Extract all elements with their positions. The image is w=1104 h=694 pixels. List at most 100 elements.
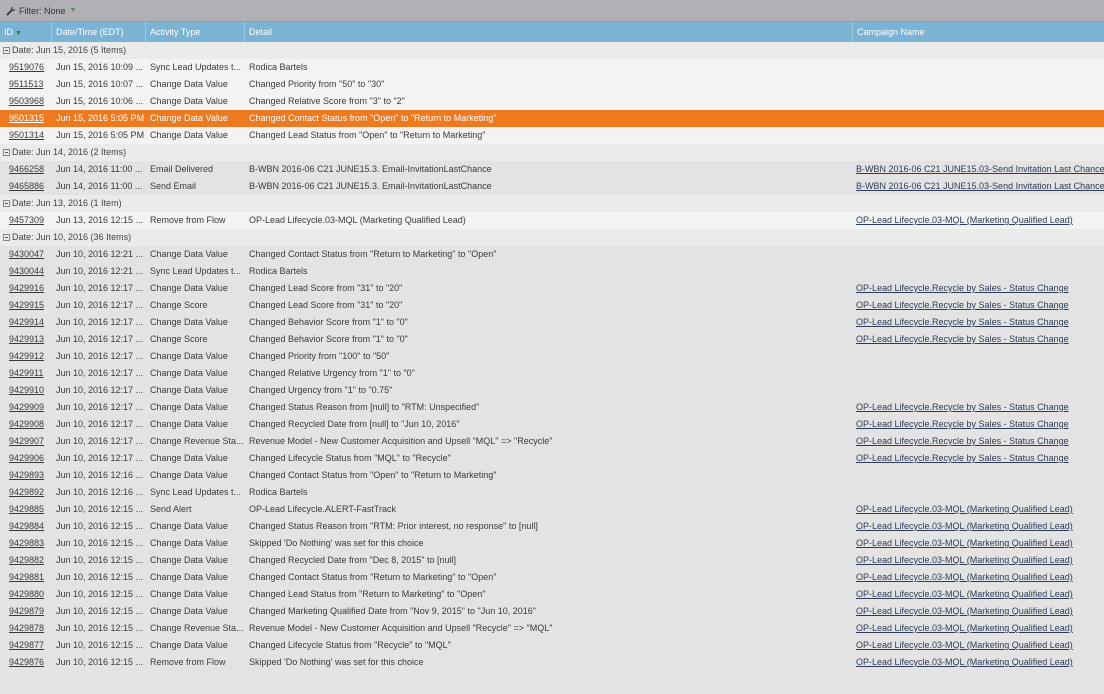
activity-id-link[interactable]: 9503968 xyxy=(9,96,44,106)
campaign-link[interactable]: OP-Lead Lifecycle.Recycle by Sales - Sta… xyxy=(856,453,1069,463)
table-row[interactable]: 9430047 Jun 10, 2016 12:21 ... Change Data… xyxy=(0,246,1104,263)
group-header[interactable]: Date: Jun 10, 2016 (36 Items) xyxy=(0,229,1104,246)
activity-id-link[interactable]: 9429892 xyxy=(9,487,44,497)
activity-id-link[interactable]: 9465886 xyxy=(9,181,44,191)
campaign-link[interactable]: OP-Lead Lifecycle.Recycle by Sales - Sta… xyxy=(856,402,1069,412)
collapse-icon[interactable] xyxy=(3,234,10,241)
activity-id-link[interactable]: 9429893 xyxy=(9,470,44,480)
campaign-link[interactable]: OP-Lead Lifecycle.03-MQL (Marketing Qual… xyxy=(856,589,1073,599)
table-row[interactable]: 9429882 Jun 10, 2016 12:15 ... Change Data… xyxy=(0,552,1104,569)
column-header-detail[interactable]: Detail xyxy=(245,22,853,42)
table-row[interactable]: 9511513 Jun 15, 2016 10:07 ... Change Data… xyxy=(0,76,1104,93)
campaign-link[interactable]: OP-Lead Lifecycle.03-MQL (Marketing Qual… xyxy=(856,521,1073,531)
column-header-campaign-name[interactable]: Campaign Name xyxy=(853,22,1104,42)
activity-id-link[interactable]: 9429907 xyxy=(9,436,44,446)
campaign-link[interactable]: OP-Lead Lifecycle.03-MQL (Marketing Qual… xyxy=(856,572,1073,582)
activity-id-link[interactable]: 9430047 xyxy=(9,249,44,259)
activity-id-link[interactable]: 9429877 xyxy=(9,640,44,650)
activity-id-link[interactable]: 9501314 xyxy=(9,130,44,140)
table-row[interactable]: 9429912 Jun 10, 2016 12:17 ... Change Data… xyxy=(0,348,1104,365)
activity-id-link[interactable]: 9429909 xyxy=(9,402,44,412)
activity-id-link[interactable]: 9429882 xyxy=(9,555,44,565)
table-row[interactable]: 9429893 Jun 10, 2016 12:16 ... Change Data… xyxy=(0,467,1104,484)
campaign-link[interactable]: OP-Lead Lifecycle.Recycle by Sales - Sta… xyxy=(856,283,1069,293)
table-row[interactable]: 9429916 Jun 10, 2016 12:17 ... Change Data… xyxy=(0,280,1104,297)
column-header-datetime[interactable]: Date/Time (EDT) xyxy=(52,22,146,42)
table-row[interactable]: 9519076 Jun 15, 2016 10:09 ... Sync Lead U… xyxy=(0,59,1104,76)
activity-id-link[interactable]: 9501315 xyxy=(9,113,44,123)
activity-id-link[interactable]: 9429913 xyxy=(9,334,44,344)
table-row[interactable]: 9465886 Jun 14, 2016 11:00 ... Send Email B… xyxy=(0,178,1104,195)
activity-id-link[interactable]: 9511513 xyxy=(9,79,43,89)
activity-id-link[interactable]: 9429910 xyxy=(9,385,44,395)
table-row[interactable]: 9429876 Jun 10, 2016 12:15 ... Remove from… xyxy=(0,654,1104,671)
activity-id-link[interactable]: 9429906 xyxy=(9,453,44,463)
activity-id-link[interactable]: 9429879 xyxy=(9,606,44,616)
table-row[interactable]: 9429913 Jun 10, 2016 12:17 ... Change Scor… xyxy=(0,331,1104,348)
table-row[interactable]: 9466258 Jun 14, 2016 11:00 ... Email Deliv… xyxy=(0,161,1104,178)
campaign-link[interactable]: OP-Lead Lifecycle.03-MQL (Marketing Qual… xyxy=(856,623,1073,633)
campaign-link[interactable]: B-WBN 2016-06 C21 JUNE15.03-Send Invitat… xyxy=(856,164,1104,174)
table-row[interactable]: 9429906 Jun 10, 2016 12:17 ... Change Data… xyxy=(0,450,1104,467)
activity-id-link[interactable]: 9429876 xyxy=(9,657,44,667)
group-header[interactable]: Date: Jun 15, 2016 (5 Items) xyxy=(0,42,1104,59)
table-row[interactable]: 9429884 Jun 10, 2016 12:15 ... Change Data… xyxy=(0,518,1104,535)
activity-id-link[interactable]: 9429881 xyxy=(9,572,44,582)
table-row[interactable]: 9429885 Jun 10, 2016 12:15 ... Send Alert O… xyxy=(0,501,1104,518)
table-row[interactable]: 9429879 Jun 10, 2016 12:15 ... Change Data… xyxy=(0,603,1104,620)
activity-id-link[interactable]: 9466258 xyxy=(9,164,44,174)
campaign-link[interactable]: OP-Lead Lifecycle.03-MQL (Marketing Qual… xyxy=(856,657,1073,667)
table-row[interactable]: 9429907 Jun 10, 2016 12:17 ... Change Reve… xyxy=(0,433,1104,450)
table-row[interactable]: 9503968 Jun 15, 2016 10:06 ... Change Data… xyxy=(0,93,1104,110)
campaign-link[interactable]: B-WBN 2016-06 C21 JUNE15.03-Send Invitat… xyxy=(856,181,1104,191)
campaign-link[interactable]: OP-Lead Lifecycle.Recycle by Sales - Sta… xyxy=(856,334,1069,344)
table-row[interactable]: 9457309 Jun 13, 2016 12:15 ... Remove from… xyxy=(0,212,1104,229)
table-row[interactable]: 9429910 Jun 10, 2016 12:17 ... Change Data… xyxy=(0,382,1104,399)
filter-bar[interactable]: Filter: None ▼ xyxy=(0,0,1104,22)
column-header-activity-type[interactable]: Activity Type xyxy=(146,22,245,42)
campaign-link[interactable]: OP-Lead Lifecycle.03-MQL (Marketing Qual… xyxy=(856,504,1073,514)
table-row-selected[interactable]: 9501315 Jun 15, 2016 5:05 PM Change Data V… xyxy=(0,110,1104,127)
collapse-icon[interactable] xyxy=(3,200,10,207)
activity-id-link[interactable]: 9429914 xyxy=(9,317,44,327)
activity-id-link[interactable]: 9457309 xyxy=(9,215,44,225)
activity-id-link[interactable]: 9429883 xyxy=(9,538,44,548)
table-row[interactable]: 9429909 Jun 10, 2016 12:17 ... Change Data… xyxy=(0,399,1104,416)
campaign-link[interactable]: OP-Lead Lifecycle.Recycle by Sales - Sta… xyxy=(856,419,1069,429)
table-row[interactable]: 9429915 Jun 10, 2016 12:17 ... Change Scor… xyxy=(0,297,1104,314)
activity-id-link[interactable]: 9429916 xyxy=(9,283,44,293)
campaign-link[interactable]: OP-Lead Lifecycle.03-MQL (Marketing Qual… xyxy=(856,538,1073,548)
campaign-link[interactable]: OP-Lead Lifecycle.03-MQL (Marketing Qual… xyxy=(856,215,1073,225)
filter-label[interactable]: Filter: None xyxy=(19,6,66,16)
group-header[interactable]: Date: Jun 14, 2016 (2 Items) xyxy=(0,144,1104,161)
table-row[interactable]: 9429881 Jun 10, 2016 12:15 ... Change Data… xyxy=(0,569,1104,586)
activity-id-link[interactable]: 9429878 xyxy=(9,623,44,633)
campaign-link[interactable]: OP-Lead Lifecycle.Recycle by Sales - Sta… xyxy=(856,300,1069,310)
activity-id-link[interactable]: 9519076 xyxy=(9,62,44,72)
table-row[interactable]: 9429880 Jun 10, 2016 12:15 ... Change Data… xyxy=(0,586,1104,603)
activity-id-link[interactable]: 9429911 xyxy=(9,368,43,378)
campaign-link[interactable]: OP-Lead Lifecycle.03-MQL (Marketing Qual… xyxy=(856,555,1073,565)
table-row[interactable]: 9429877 Jun 10, 2016 12:15 ... Change Data… xyxy=(0,637,1104,654)
column-header-id[interactable]: ID ▼ xyxy=(0,22,52,42)
table-row[interactable]: 9501314 Jun 15, 2016 5:05 PM Change Data V… xyxy=(0,127,1104,144)
collapse-icon[interactable] xyxy=(3,47,10,54)
activity-id-link[interactable]: 9430044 xyxy=(9,266,44,276)
table-row[interactable]: 9429908 Jun 10, 2016 12:17 ... Change Data… xyxy=(0,416,1104,433)
table-row[interactable]: 9429878 Jun 10, 2016 12:15 ... Change Reve… xyxy=(0,620,1104,637)
chevron-down-icon[interactable]: ▼ xyxy=(70,7,77,14)
activity-id-link[interactable]: 9429915 xyxy=(9,300,44,310)
activity-id-link[interactable]: 9429908 xyxy=(9,419,44,429)
table-row[interactable]: 9429914 Jun 10, 2016 12:17 ... Change Data… xyxy=(0,314,1104,331)
campaign-link[interactable]: OP-Lead Lifecycle.Recycle by Sales - Sta… xyxy=(856,317,1069,327)
table-row[interactable]: 9429911 Jun 10, 2016 12:17 ... Change Data… xyxy=(0,365,1104,382)
campaign-link[interactable]: OP-Lead Lifecycle.03-MQL (Marketing Qual… xyxy=(856,640,1073,650)
campaign-link[interactable]: OP-Lead Lifecycle.Recycle by Sales - Sta… xyxy=(856,436,1069,446)
table-row[interactable]: 9430044 Jun 10, 2016 12:21 ... Sync Lead U… xyxy=(0,263,1104,280)
campaign-link[interactable]: OP-Lead Lifecycle.03-MQL (Marketing Qual… xyxy=(856,606,1073,616)
activity-id-link[interactable]: 9429880 xyxy=(9,589,44,599)
group-header[interactable]: Date: Jun 13, 2016 (1 Item) xyxy=(0,195,1104,212)
collapse-icon[interactable] xyxy=(3,149,10,156)
table-row[interactable]: 9429883 Jun 10, 2016 12:15 ... Change Data… xyxy=(0,535,1104,552)
activity-id-link[interactable]: 9429912 xyxy=(9,351,44,361)
